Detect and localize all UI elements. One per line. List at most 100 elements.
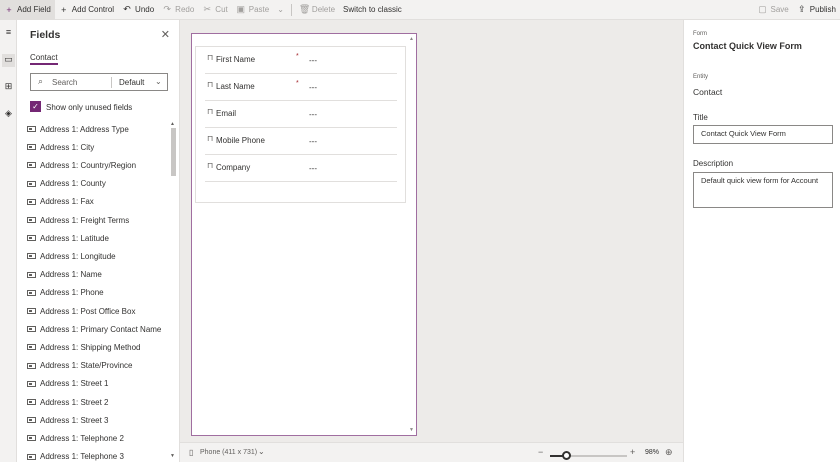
- field-type-icon: [27, 180, 36, 187]
- scroll-down-arrow-icon[interactable]: ▼: [409, 427, 414, 433]
- zoom-in-button[interactable]: +: [630, 447, 635, 457]
- field-list-item-label: Address 1: Telephone 3: [40, 452, 124, 462]
- field-list-item-label: Address 1: County: [40, 179, 106, 189]
- form-canvas: ⊓ First Name * --- ⊓ Last Name * --- ⊓ Email --- ⊓ M…: [180, 20, 683, 442]
- field-type-icon: [27, 326, 36, 333]
- required-indicator: *: [296, 80, 299, 87]
- field-type-icon: [27, 198, 36, 205]
- title-input[interactable]: Contact Quick View Form: [693, 125, 833, 144]
- field-list-item[interactable]: Address 1: Street 1: [27, 375, 108, 393]
- toolbar-divider: [290, 3, 292, 16]
- device-selector[interactable]: Phone (411 x 731): [200, 449, 257, 456]
- field-filter-select[interactable]: Default: [119, 78, 144, 87]
- save-button[interactable]: ▢ Save: [754, 0, 793, 20]
- field-list-item[interactable]: Address 1: Primary Contact Name: [27, 320, 161, 338]
- field-type-icon: [27, 435, 36, 442]
- title-label: Title: [693, 113, 708, 122]
- delete-button[interactable]: 🗑 Delete: [295, 0, 339, 20]
- form-field-value: ---: [309, 164, 317, 173]
- tab-selected-indicator: [30, 63, 58, 65]
- undo-button[interactable]: ↶ Undo: [118, 0, 158, 20]
- field-type-icon: [27, 271, 36, 278]
- field-type-icon: [27, 399, 36, 405]
- form-field-label: Email: [216, 109, 237, 118]
- paste-button[interactable]: ▣ Paste: [232, 0, 273, 20]
- add-field-button[interactable]: + Add Field: [0, 0, 55, 20]
- field-list-scroll-thumb[interactable]: [171, 128, 176, 176]
- field-type-icon: [27, 162, 36, 169]
- field-list-item[interactable]: Address 1: Street 2: [27, 393, 108, 411]
- field-list-item[interactable]: Address 1: Shipping Method: [27, 338, 141, 356]
- field-list-item-label: Address 1: Post Office Box: [40, 306, 136, 316]
- field-list-item-label: Address 1: Fax: [40, 197, 94, 207]
- field-list-item[interactable]: Address 1: Longitude: [27, 247, 116, 265]
- fields-pane-title: Fields: [30, 29, 61, 41]
- chevron-down-icon[interactable]: ⌄: [155, 77, 162, 86]
- field-list-item[interactable]: Address 1: Street 3: [27, 411, 108, 429]
- redo-icon: ↷: [163, 4, 171, 14]
- field-type-icon: [27, 380, 36, 387]
- form-field-row[interactable]: ⊓ Company ---: [205, 155, 397, 182]
- properties-pane: Form Contact Quick View Form Entity Cont…: [683, 20, 840, 462]
- field-list-item[interactable]: Address 1: Post Office Box: [27, 302, 135, 320]
- entity-label: Entity: [693, 74, 709, 80]
- components-nav-icon[interactable]: ⊞: [2, 81, 15, 94]
- fields-nav-icon[interactable]: ▭: [2, 54, 15, 67]
- scroll-up-arrow-icon[interactable]: ▲: [170, 121, 175, 127]
- layers-nav-icon[interactable]: ◈: [2, 108, 15, 121]
- form-field-row[interactable]: ⊓ Email ---: [205, 101, 397, 128]
- form-field-value: ---: [309, 110, 317, 119]
- zoom-out-button[interactable]: −: [538, 447, 543, 457]
- field-list-item[interactable]: Address 1: Phone: [27, 284, 104, 302]
- form-field-row[interactable]: ⊓ First Name * ---: [205, 47, 397, 74]
- field-list-item[interactable]: Address 1: County: [27, 175, 106, 193]
- form-field-row[interactable]: ⊓ Last Name * ---: [205, 74, 397, 101]
- scroll-down-arrow-icon[interactable]: ▼: [170, 453, 175, 459]
- field-list-item[interactable]: Address 1: Latitude: [27, 229, 109, 247]
- form-section[interactable]: ⊓ First Name * --- ⊓ Last Name * --- ⊓ Email --- ⊓ M…: [195, 46, 406, 203]
- add-control-button[interactable]: + Add Control: [55, 0, 118, 20]
- fit-to-width-icon[interactable]: ⊕: [665, 447, 673, 458]
- field-list-item[interactable]: Address 1: State/Province: [27, 357, 133, 375]
- field-list-item-label: Address 1: Country/Region: [40, 160, 137, 170]
- field-list-item[interactable]: Address 1: Telephone 2: [27, 429, 124, 447]
- field-list-item-label: Address 1: Street 1: [40, 379, 109, 389]
- field-list-item[interactable]: Address 1: Telephone 3: [27, 448, 124, 462]
- close-icon[interactable]: ✕: [161, 28, 170, 41]
- form-field-value: ---: [309, 137, 317, 146]
- field-list-item[interactable]: Address 1: Fax: [27, 193, 94, 211]
- field-list-item-label: Address 1: Longitude: [40, 251, 116, 261]
- scroll-up-arrow-icon[interactable]: ▲: [409, 36, 414, 42]
- field-list-item-label: Address 1: City: [40, 142, 95, 152]
- undo-icon: ↶: [123, 4, 131, 14]
- description-textarea[interactable]: Default quick view form for Account: [693, 172, 833, 208]
- tab-contact[interactable]: Contact: [30, 53, 58, 62]
- scissors-icon: ✂: [203, 4, 212, 14]
- field-type-icon: [27, 144, 36, 151]
- zoom-slider-thumb[interactable]: [562, 451, 572, 460]
- field-list-item[interactable]: Address 1: Freight Terms: [27, 211, 129, 229]
- publish-button[interactable]: ⇪ Publish: [793, 0, 840, 20]
- search-divider: [111, 77, 112, 88]
- chevron-down-icon: ⌄: [277, 5, 284, 14]
- form-field-row[interactable]: ⊓ Mobile Phone ---: [205, 128, 397, 155]
- field-list-item-label: Address 1: Latitude: [40, 233, 109, 243]
- field-list-item[interactable]: Address 1: Country/Region: [27, 156, 136, 174]
- switch-to-classic-button[interactable]: Switch to classic: [339, 0, 406, 20]
- hamburger-menu-icon[interactable]: ≡: [2, 27, 15, 40]
- field-list-item[interactable]: Address 1: Address Type: [27, 120, 129, 138]
- show-unused-label: Show only unused fields: [46, 103, 133, 112]
- field-list-item[interactable]: Address 1: Name: [27, 266, 102, 284]
- show-unused-checkbox[interactable]: ✓: [30, 101, 41, 112]
- cut-button[interactable]: ✂ Cut: [198, 0, 231, 20]
- field-type-icon: [27, 417, 36, 424]
- paste-options-button[interactable]: ⌄: [273, 0, 288, 20]
- field-list-item-label: Address 1: Freight Terms: [40, 215, 130, 225]
- redo-button[interactable]: ↷ Redo: [158, 0, 198, 20]
- field-list-item[interactable]: Address 1: City: [27, 138, 94, 156]
- chevron-down-icon[interactable]: ⌄: [258, 447, 265, 456]
- field-list-item-label: Address 1: Street 3: [40, 415, 109, 425]
- search-input[interactable]: ⌕ Search Default ⌄: [30, 73, 168, 91]
- phone-preview: ⊓ First Name * --- ⊓ Last Name * --- ⊓ Email --- ⊓ M…: [191, 33, 417, 436]
- plus-icon: +: [61, 4, 67, 15]
